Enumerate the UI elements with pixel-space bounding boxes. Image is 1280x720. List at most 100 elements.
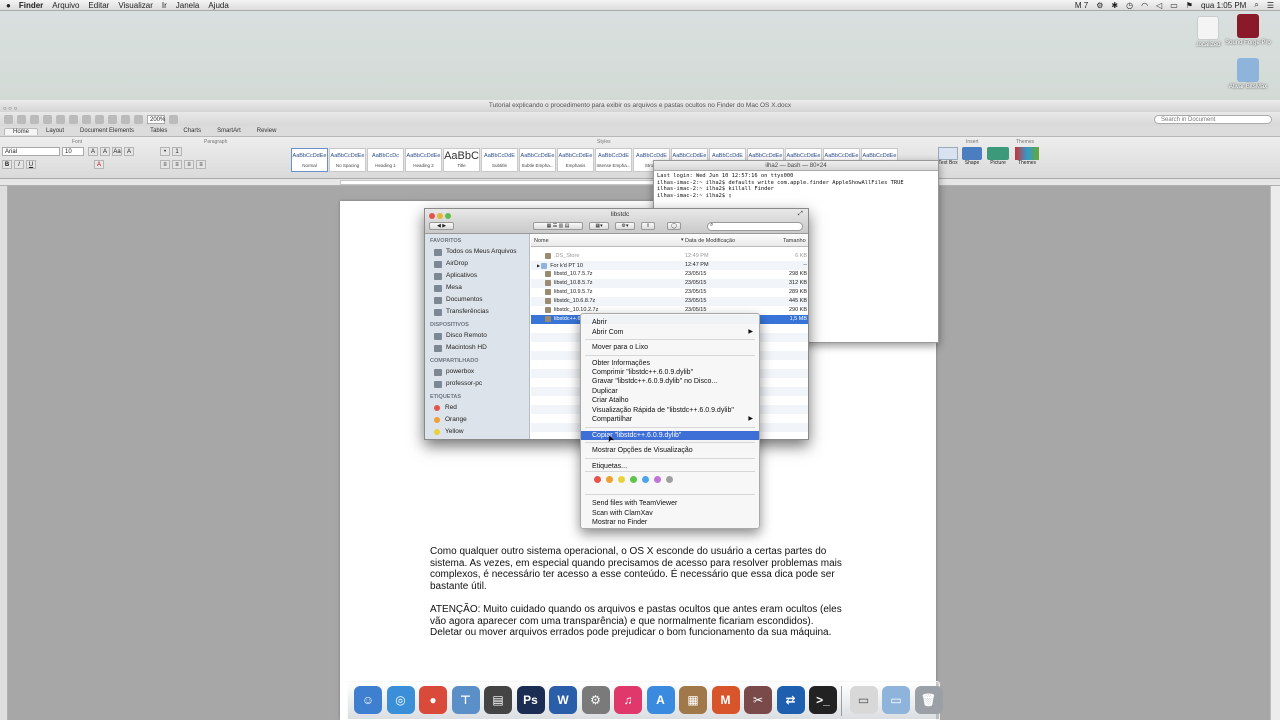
tag-color-dot[interactable] xyxy=(618,476,625,483)
menu-arquivo[interactable]: Arquivo xyxy=(52,1,79,10)
back-forward-buttons[interactable]: ◀ ▶ xyxy=(429,222,454,230)
sidebar-item-tag[interactable]: Orange xyxy=(425,414,529,426)
cut-icon[interactable] xyxy=(56,114,65,124)
themes-button[interactable]: Themes xyxy=(1015,147,1039,171)
dock-document-icon[interactable]: ▭ xyxy=(849,686,878,714)
menu-item[interactable]: Etiquetas... xyxy=(581,462,759,471)
numbering-button[interactable]: 1 xyxy=(172,147,182,156)
menu-item[interactable]: Scan with ClamXav xyxy=(581,509,759,518)
finder-search-input[interactable] xyxy=(707,222,803,231)
font-size-select[interactable]: 10 xyxy=(62,147,84,156)
menu-item[interactable]: Comprimir "libstdc++.6.0.9.dylib" xyxy=(581,368,759,377)
table-row[interactable]: libstd_10.7.5.7z 23/05/15 298 KB xyxy=(531,270,808,279)
dock-photoshop-icon[interactable]: Ps xyxy=(516,686,545,714)
document-scrollbar[interactable] xyxy=(1270,186,1280,720)
dock-word-icon[interactable]: W xyxy=(549,686,577,714)
style-subtitle[interactable]: AaBbCcDdE Subtitle xyxy=(481,148,518,172)
picture-button[interactable]: Picture xyxy=(987,147,1009,171)
copy-icon[interactable] xyxy=(69,114,78,124)
save-icon[interactable] xyxy=(30,114,39,124)
tab-home[interactable]: Home xyxy=(4,127,39,135)
menu-item[interactable]: Obter Informações xyxy=(581,359,759,368)
terminal-output[interactable]: Last login: Wed Jun 10 12:57:16 on ttys0… xyxy=(654,171,938,201)
menu-item[interactable]: Visualização Rápida de "libstdc++.6.0.9.… xyxy=(581,406,759,415)
tab-review[interactable]: Review xyxy=(249,128,285,134)
tab-charts[interactable]: Charts xyxy=(175,128,209,134)
menu-editar[interactable]: Editar xyxy=(88,1,109,10)
dock-teamviewer-icon[interactable]: ⇄ xyxy=(776,686,805,714)
tag-color-dot[interactable] xyxy=(630,476,637,483)
dock-chrome-icon[interactable]: ● xyxy=(419,686,447,714)
style-subtle-empha-[interactable]: AaBbCcDdEe Subtle Empha... xyxy=(519,148,556,172)
tag-color-dot[interactable] xyxy=(594,476,601,483)
menu-item[interactable]: Abrir Com ▶ xyxy=(581,328,759,337)
style-heading-1[interactable]: AaBbCcDc Heading 1 xyxy=(367,148,404,172)
bold-button[interactable]: B xyxy=(2,160,12,169)
menu-ir[interactable]: Ir xyxy=(162,1,167,10)
status-m7[interactable]: M 7 xyxy=(1075,1,1088,10)
time-machine-icon[interactable]: ◷ xyxy=(1126,1,1133,10)
new-doc-icon[interactable] xyxy=(4,114,13,124)
text-box-button[interactable]: Text Box xyxy=(938,147,958,171)
sidebar-item-shared[interactable]: professor-pc xyxy=(425,378,529,390)
align-left-button[interactable]: ≡ xyxy=(160,160,170,169)
change-case-button[interactable]: Aa xyxy=(112,147,122,156)
dock-folder-icon[interactable]: ▭ xyxy=(882,686,910,714)
sidebar-item-favorite[interactable]: Aplicativos xyxy=(425,270,529,282)
tag-color-dot[interactable] xyxy=(666,476,673,483)
font-name-select[interactable]: Arial xyxy=(2,147,60,156)
menu-ajuda[interactable]: Ajuda xyxy=(208,1,228,10)
dock-app-store-icon[interactable]: A xyxy=(646,686,675,714)
tag-color-dot[interactable] xyxy=(606,476,613,483)
zoom-icon[interactable] xyxy=(445,213,451,219)
style-title[interactable]: AaBbC Title xyxy=(443,148,480,172)
table-row[interactable]: libstd_10.8.5.7z 23/05/15 312 KB xyxy=(531,279,808,288)
align-right-button[interactable]: ≡ xyxy=(184,160,194,169)
column-name[interactable]: Nome xyxy=(534,238,549,244)
table-row[interactable]: libstdc_10.6.8.7z 23/05/15 445 KB xyxy=(531,297,808,306)
font-color-button[interactable]: A xyxy=(94,160,104,169)
column-date[interactable]: Data de Modificação xyxy=(685,238,735,244)
minimize-icon[interactable] xyxy=(437,213,443,219)
tab-layout[interactable]: Layout xyxy=(38,128,72,134)
view-mode-buttons[interactable]: ▦ ☰ ▥ ▤ xyxy=(533,222,583,230)
desktop-icon-folder[interactable]: Ativar BitsMax xyxy=(1218,58,1278,90)
table-row[interactable]: ▶ For k'd PT 10 12:47 PM -- xyxy=(531,261,808,270)
spotlight-icon[interactable]: ⌕ xyxy=(1254,0,1258,10)
print-icon[interactable] xyxy=(43,114,52,124)
menu-janela[interactable]: Janela xyxy=(176,1,200,10)
dock-archive-icon[interactable]: ▦ xyxy=(679,686,707,714)
arrange-button[interactable]: ▦▾ xyxy=(589,222,609,230)
action-gear-button[interactable]: ⚙▾ xyxy=(615,222,635,230)
share-button[interactable]: ⇪ xyxy=(641,222,655,230)
sidebar-item-device[interactable]: Disco Remoto xyxy=(425,330,529,342)
dock-system-preferences-icon[interactable]: ⚙ xyxy=(581,686,610,714)
sidebar-item-favorite[interactable]: AirDrop xyxy=(425,258,529,270)
fullscreen-icon[interactable]: ⤢ xyxy=(798,211,803,218)
close-icon[interactable] xyxy=(429,213,435,219)
style-no-spacing[interactable]: AaBbCcDdEe No Spacing xyxy=(329,148,366,172)
menu-item[interactable]: Mostrar Opções de Visualização xyxy=(581,446,759,455)
dock-finder-icon[interactable]: ☺ xyxy=(354,686,382,714)
clear-format-button[interactable]: A xyxy=(124,147,134,156)
grow-font-button[interactable]: A xyxy=(88,147,98,156)
dock-trash-icon[interactable]: 🗑 xyxy=(914,686,943,714)
dock-itunes-icon[interactable]: ♫ xyxy=(614,686,642,714)
align-center-button[interactable]: ≡ xyxy=(172,160,182,169)
paste-icon[interactable] xyxy=(82,114,91,124)
style-emphasis[interactable]: AaBbCcDdEe Emphasis xyxy=(557,148,594,172)
sidebar-item-favorite[interactable]: Transferências xyxy=(425,306,529,318)
vertical-ruler[interactable] xyxy=(0,186,8,720)
table-row[interactable]: libstd_10.9.5.7z 23/05/15 289 KB xyxy=(531,288,808,297)
sidebar-item-shared[interactable]: powerbox xyxy=(425,366,529,378)
zoom-select[interactable]: 200% xyxy=(147,114,165,124)
style-normal[interactable]: AaBbCcDdEe Normal xyxy=(291,148,328,172)
menu-visualizar[interactable]: Visualizar xyxy=(118,1,153,10)
gallery-icon[interactable] xyxy=(134,114,143,124)
underline-button[interactable]: U xyxy=(26,160,36,169)
flag-icon[interactable]: ⚑ xyxy=(1186,1,1193,10)
menu-item[interactable]: Compartilhar ▶ xyxy=(581,415,759,424)
word-search-input[interactable]: Search in Document xyxy=(1154,115,1272,124)
dock-terminal-icon[interactable]: >_ xyxy=(809,686,837,714)
wifi-icon[interactable]: ◠ xyxy=(1141,1,1148,10)
